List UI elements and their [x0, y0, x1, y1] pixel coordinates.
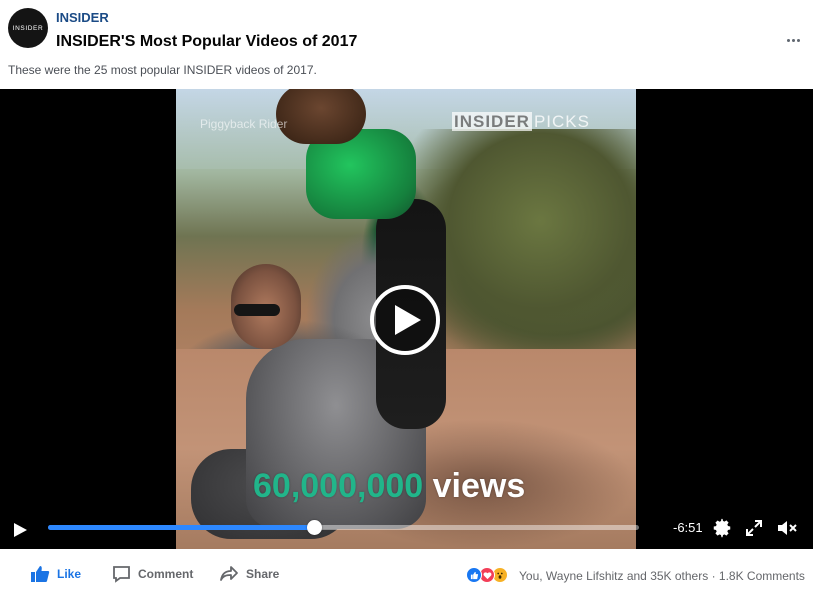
share-icon	[220, 566, 238, 581]
progress-fill	[48, 525, 314, 530]
more-icon	[786, 38, 790, 42]
post-title: INSIDER'S Most Popular Videos of 2017	[56, 33, 358, 50]
video-controls: -6:51	[0, 512, 813, 546]
like-button[interactable]: Like	[30, 564, 81, 584]
time-remaining: -6:51	[673, 520, 703, 535]
progress-handle[interactable]	[307, 520, 322, 535]
play-icon[interactable]	[10, 520, 30, 540]
volume-muted-icon[interactable]	[776, 518, 798, 538]
like-label: Like	[57, 567, 82, 581]
share-button[interactable]: Share	[219, 564, 279, 584]
share-label: Share	[246, 567, 280, 581]
like-reaction-icon	[466, 567, 482, 583]
big-play-button[interactable]	[370, 285, 440, 355]
comment-label: Comment	[138, 567, 194, 581]
comment-icon	[113, 566, 130, 583]
reaction-icons[interactable]	[466, 567, 508, 583]
reactions-summary[interactable]: You, Wayne Lifshitz and 35K others · 1.8…	[519, 569, 805, 583]
post-description: These were the 25 most popular INSIDER v…	[8, 63, 317, 77]
play-icon	[395, 305, 421, 335]
post-header: INSIDER INSIDER INSIDER'S Most Popular V…	[0, 0, 813, 88]
views-word: views	[432, 467, 526, 505]
post-actions-bar: Like Comment Share You, Wayne Lifshitz a…	[0, 556, 813, 593]
comment-button[interactable]: Comment	[112, 564, 193, 584]
views-caption: 60,000,000 views	[253, 467, 525, 506]
page-avatar[interactable]: INSIDER	[8, 8, 48, 48]
more-options-button[interactable]	[781, 30, 805, 50]
thumbs-up-icon	[31, 566, 50, 582]
views-number: 60,000,000	[253, 467, 424, 505]
gear-icon[interactable]	[711, 517, 733, 539]
avatar-logo-text: INSIDER	[12, 24, 44, 32]
progress-bar[interactable]	[48, 520, 639, 535]
page-name-link[interactable]: INSIDER	[56, 10, 109, 25]
video-overlay-label: Piggyback Rider	[200, 117, 288, 131]
watermark-brand: INSIDER	[452, 112, 532, 131]
watermark-suffix: PICKS	[533, 112, 590, 131]
fullscreen-icon[interactable]	[745, 519, 763, 537]
brand-watermark: INSIDER PICKS	[452, 112, 590, 132]
